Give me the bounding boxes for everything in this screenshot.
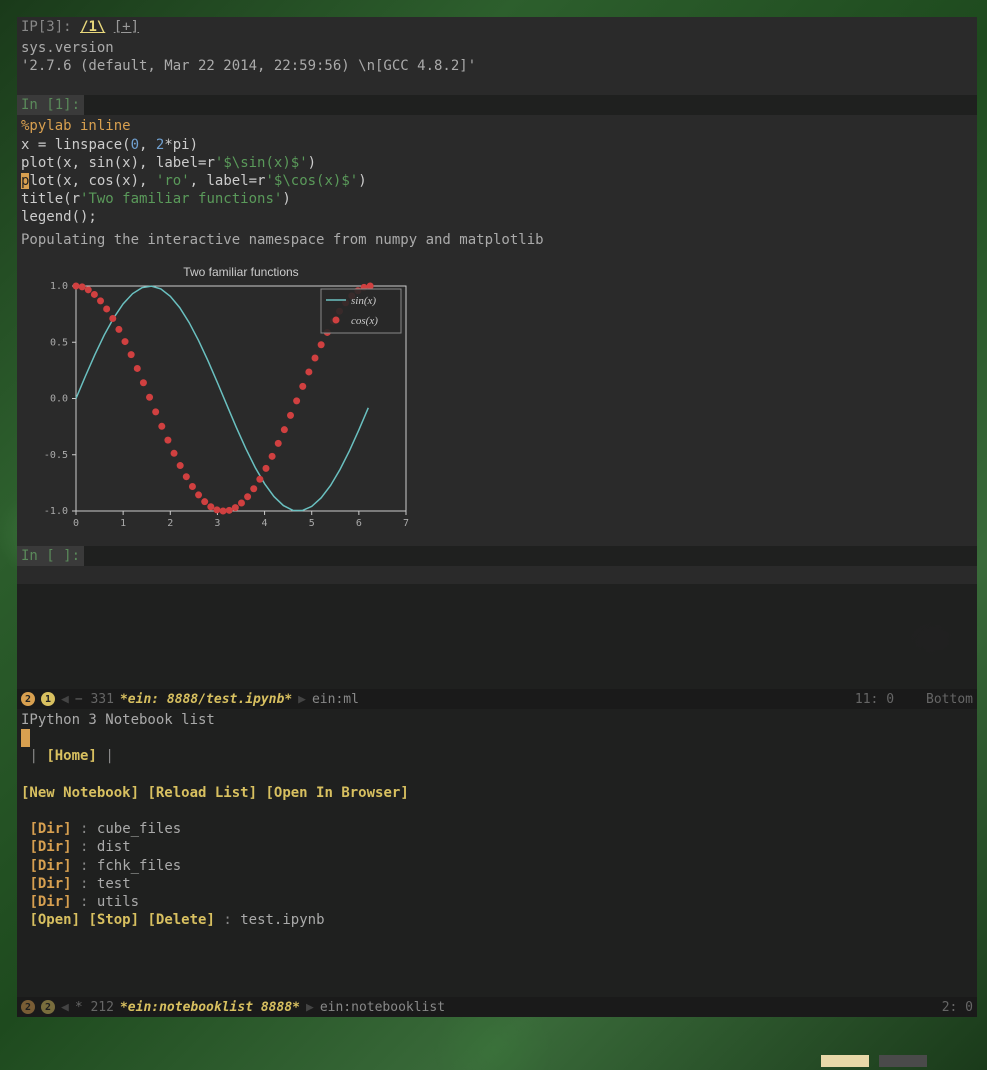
modeline-spec: * 212 xyxy=(75,1000,114,1015)
buffer-name: *ein:notebooklist 8888* xyxy=(120,1000,300,1015)
dir-name: test xyxy=(97,876,131,892)
dir-name: dist xyxy=(97,839,131,855)
cell-1-code[interactable]: %pylab inline x = linspace(0, 2*pi) plot… xyxy=(17,115,977,228)
svg-text:4: 4 xyxy=(262,518,268,529)
open-nb-button[interactable]: [Open] xyxy=(29,912,80,928)
svg-text:6: 6 xyxy=(356,518,362,529)
svg-text:0.5: 0.5 xyxy=(50,337,68,348)
cursor-position: 2: 0 xyxy=(942,1000,973,1015)
dir-link[interactable]: [Dir] xyxy=(29,821,71,837)
dir-link[interactable]: [Dir] xyxy=(29,876,71,892)
notebooklist-title: IPython 3 Notebook list xyxy=(21,711,973,729)
cell-2-code[interactable] xyxy=(17,566,977,584)
svg-text:2: 2 xyxy=(167,518,173,529)
window-badge: 2 xyxy=(41,1000,55,1014)
cell-2-prompt[interactable]: In [ ]: xyxy=(17,546,84,566)
cell-1-prompt: In [1]: xyxy=(17,95,84,115)
tab-bar: IP[3]: /1\ [+] xyxy=(17,17,977,37)
plot-chart: Two familiar functions 0 1 2 3 4 5 6 7 -1.0 -0.5 0.… xyxy=(21,261,411,536)
output-line: '2.7.6 (default, Mar 22 2014, 22:59:56) … xyxy=(21,57,973,75)
desktop-widget xyxy=(821,1055,927,1067)
svg-text:3: 3 xyxy=(214,518,220,529)
svg-text:7: 7 xyxy=(403,518,409,529)
svg-text:-0.5: -0.5 xyxy=(44,449,68,460)
major-mode: ein:notebooklist xyxy=(320,1000,445,1015)
scroll-position: Bottom xyxy=(926,692,973,707)
notebooklist-pane: IPython 3 Notebook list | [Home] | [New … xyxy=(17,709,977,1017)
tab-active[interactable]: /1\ xyxy=(80,19,105,35)
dir-name: cube_files xyxy=(97,821,181,837)
cell-1-output-text: Populating the interactive namespace fro… xyxy=(17,229,977,251)
reload-list-button[interactable]: [Reload List] xyxy=(147,785,257,801)
workspace-badge: 2 xyxy=(21,692,35,706)
cursor-position: 11: 0 xyxy=(855,692,894,707)
dir-link[interactable]: [Dir] xyxy=(29,894,71,910)
svg-text:5: 5 xyxy=(309,518,315,529)
output-line: sys.version xyxy=(21,39,973,57)
cell-0-output: sys.version '2.7.6 (default, Mar 22 2014… xyxy=(17,37,977,77)
nb-name: test.ipynb xyxy=(240,912,324,928)
major-mode: ein:ml xyxy=(312,692,359,707)
modeline-top: 2 1 ◀ − 331 *ein: 8888/test.ipynb* ▶ ein… xyxy=(17,689,977,709)
dir-link[interactable]: [Dir] xyxy=(29,858,71,874)
svg-text:1.0: 1.0 xyxy=(50,281,68,292)
open-browser-button[interactable]: [Open In Browser] xyxy=(265,785,408,801)
dir-name: fchk_files xyxy=(97,858,181,874)
svg-text:0.0: 0.0 xyxy=(50,393,68,404)
cell-1-output-plot: Two familiar functions 0 1 2 3 4 5 6 7 -1.0 -0.5 0.… xyxy=(17,251,977,546)
notebook-pane: IP[3]: /1\ [+] sys.version '2.7.6 (defau… xyxy=(17,17,977,689)
workspace-badge: 2 xyxy=(21,1000,35,1014)
stop-nb-button[interactable]: [Stop] xyxy=(88,912,139,928)
modeline-spec: − 331 xyxy=(75,692,114,707)
modeline-bottom: 2 2 ◀ * 212 *ein:notebooklist 8888* ▶ ei… xyxy=(17,997,977,1017)
svg-text:Two familiar functions: Two familiar functions xyxy=(183,265,298,279)
tab-add-button[interactable]: [+] xyxy=(114,19,139,35)
home-link[interactable]: [Home] xyxy=(46,748,97,764)
buffer-name: *ein: 8888/test.ipynb* xyxy=(120,692,292,707)
svg-text:sin(x): sin(x) xyxy=(351,295,376,307)
svg-text:0: 0 xyxy=(73,518,79,529)
window-badge: 1 xyxy=(41,692,55,706)
dir-name: utils xyxy=(97,894,139,910)
svg-text:-1.0: -1.0 xyxy=(44,506,68,517)
svg-text:cos(x): cos(x) xyxy=(351,315,378,327)
dir-link[interactable]: [Dir] xyxy=(29,839,71,855)
svg-text:1: 1 xyxy=(120,518,126,529)
new-notebook-button[interactable]: [New Notebook] xyxy=(21,785,139,801)
delete-nb-button[interactable]: [Delete] xyxy=(147,912,214,928)
tab-prefix: IP[3]: xyxy=(21,19,80,35)
cursor-nblist xyxy=(21,729,30,747)
